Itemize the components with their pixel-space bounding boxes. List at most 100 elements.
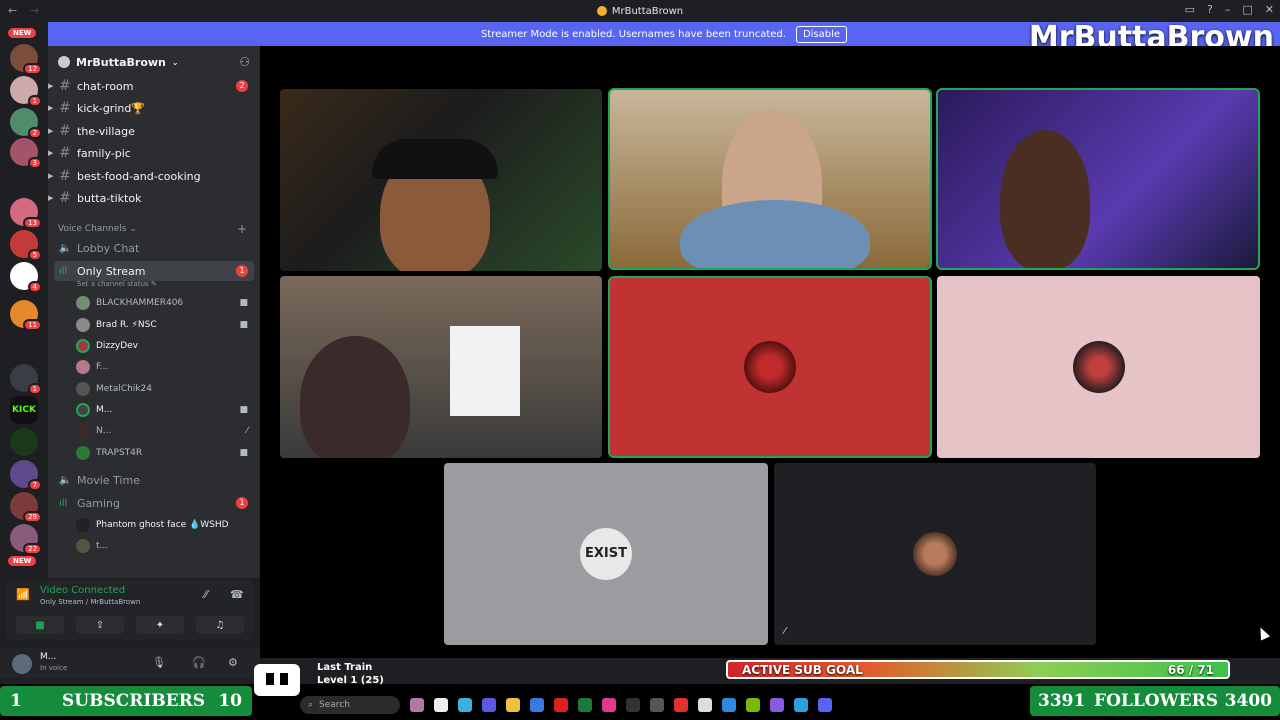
server-icon[interactable]: 22 [10, 524, 42, 555]
help-icon[interactable]: ? [1207, 3, 1213, 16]
maximize-button[interactable]: □ [1242, 3, 1252, 16]
server-header[interactable]: MrButtaBrown ⌄ ⚇ [48, 46, 260, 78]
taskbar-app-icon[interactable] [698, 698, 712, 712]
taskbar-app-icon[interactable] [530, 698, 544, 712]
voice-user[interactable]: M... ■ [76, 400, 254, 420]
taskbar-app-icon[interactable] [722, 698, 736, 712]
server-icon[interactable]: 29 [10, 492, 42, 523]
voice-channels-category[interactable]: Voice Channels ⌄ + [58, 222, 247, 236]
taskbar-app-icon[interactable] [650, 698, 664, 712]
disconnect-icon[interactable]: ☎ [230, 588, 244, 601]
server-icon[interactable] [10, 428, 38, 456]
invite-people-icon[interactable]: ⚇ [239, 55, 250, 69]
server-icon[interactable]: 12 [10, 44, 42, 75]
now-playing-title: Last Train [317, 662, 373, 673]
channel-best-food-and-cooking[interactable]: ▶ # best-food-and-cooking [48, 166, 260, 186]
channel-chat-room[interactable]: ▶ # chat-room 2 [48, 76, 260, 96]
new-pill-bottom: NEW [8, 556, 37, 566]
voice-channel-gaming[interactable]: ıll Gaming 1 [48, 493, 260, 513]
participant-video [300, 336, 410, 458]
voice-user[interactable]: TRAPST4R ■ [76, 443, 254, 463]
avatar-tile[interactable]: EXIST [444, 463, 768, 645]
server-icon[interactable]: 13 [10, 198, 42, 229]
taskbar-search[interactable]: ⌕ Search [300, 696, 400, 714]
avatar [76, 360, 90, 374]
taskbar-app-icon[interactable] [626, 698, 640, 712]
forward-arrow-icon[interactable]: → [30, 4, 39, 17]
avatar-tile[interactable]: ⁄ [774, 463, 1096, 645]
channel-the-village[interactable]: ▶ # the-village [48, 121, 260, 141]
server-logo-icon [596, 6, 607, 16]
voice-user[interactable]: MetalChik24 [76, 379, 254, 399]
server-icon[interactable]: 3 [10, 138, 42, 169]
video-tile[interactable] [280, 89, 602, 271]
voice-user[interactable]: Phantom ghost face 💧WSHD [76, 515, 254, 535]
server-icon[interactable]: 5 [10, 230, 42, 261]
microphone-icon[interactable]: 🎙 [152, 656, 166, 669]
voice-status-channel[interactable]: Only Stream / MrButtaBrown [40, 598, 140, 606]
server-icon[interactable]: 11 [10, 300, 42, 331]
taskbar-app-icon[interactable] [410, 698, 424, 712]
chevron-down-icon: ⌄ [171, 57, 179, 67]
subscribers-label: SUBSCRIBERS [62, 691, 206, 711]
video-tile[interactable] [280, 276, 602, 458]
voice-channel-movie-time[interactable]: 🔈 Movie Time [48, 470, 260, 490]
channel-kick-grind[interactable]: ▶ # kick-grind🏆 [48, 98, 260, 118]
video-tile-speaking[interactable] [608, 88, 932, 270]
taskbar-app-icon[interactable] [482, 698, 496, 712]
voice-user[interactable]: BLACKHAMMER406 ■ [76, 293, 254, 313]
server-icon[interactable]: 2 [10, 108, 42, 139]
close-button[interactable]: ✕ [1265, 3, 1274, 16]
voice-channel-lobby-chat[interactable]: 🔈 Lobby Chat [48, 238, 260, 258]
file-explorer-icon[interactable] [506, 698, 520, 712]
taskbar-app-icon[interactable] [602, 698, 616, 712]
channel-name: best-food-and-cooking [77, 169, 201, 183]
user-avatar[interactable] [12, 654, 32, 674]
avatar [76, 403, 90, 417]
browser-icon[interactable] [794, 698, 808, 712]
avatar [76, 518, 90, 532]
voice-status-title[interactable]: Video Connected [40, 585, 125, 596]
voice-channel-only-stream[interactable]: ıll Only Stream 1 [54, 261, 254, 281]
voice-user[interactable]: Brad R. ⚡NSC ■ [76, 315, 254, 335]
signal-icon[interactable]: 📶 [16, 588, 30, 601]
avatar-tile-speaking[interactable] [608, 276, 932, 458]
gear-icon[interactable]: ⚙ [228, 656, 238, 669]
disable-streamer-mode-button[interactable]: Disable [795, 25, 848, 43]
taskbar-app-icon[interactable] [674, 698, 688, 712]
headphones-icon[interactable]: 🎧 [192, 656, 206, 669]
mention-badge: 1 [236, 265, 248, 277]
camera-button[interactable]: ■ [16, 616, 64, 634]
mrbuttabrown-server-icon[interactable]: 4 [10, 262, 42, 293]
noise-suppression-icon[interactable]: ⁄⁄ [204, 588, 208, 601]
voice-user[interactable]: t... [76, 536, 254, 556]
nvidia-icon[interactable] [746, 698, 760, 712]
voice-user[interactable]: DizzyDev [76, 336, 254, 356]
add-channel-icon[interactable]: + [237, 222, 247, 236]
minimize-button[interactable]: – [1225, 3, 1231, 16]
kick-server-icon[interactable]: KICK [10, 396, 38, 424]
server-icon[interactable]: 7 [10, 460, 42, 491]
taskbar-app-icon[interactable] [434, 698, 448, 712]
subscribers-target: 10 [218, 691, 242, 711]
channel-status[interactable]: Set a channel status ✎ [77, 280, 157, 288]
back-arrow-icon[interactable]: ← [8, 4, 17, 17]
screen-share-button[interactable]: ⇪ [76, 616, 124, 634]
server-icon[interactable]: 1 [10, 76, 42, 107]
avatar-tile[interactable] [937, 276, 1260, 458]
discord-taskbar-icon[interactable] [818, 698, 832, 712]
video-tile-speaking[interactable] [936, 88, 1260, 270]
voice-user[interactable]: N... ⁄ [76, 421, 254, 441]
voice-user[interactable]: F... [76, 357, 254, 377]
user-name[interactable]: M... [40, 652, 56, 662]
server-icon[interactable]: 1 [10, 364, 42, 395]
taskbar-app-icon[interactable] [770, 698, 784, 712]
channel-family-pic[interactable]: ▶ # family-pic [48, 143, 260, 163]
inbox-icon[interactable]: ▭ [1185, 3, 1195, 16]
taskbar-app-icon[interactable] [578, 698, 592, 712]
channel-butta-tiktok[interactable]: ▶ # butta-tiktok [48, 188, 260, 208]
soundboard-button[interactable]: ♫ [196, 616, 244, 634]
youtube-icon[interactable] [554, 698, 568, 712]
taskbar-app-icon[interactable] [458, 698, 472, 712]
activities-button[interactable]: ✦ [136, 616, 184, 634]
